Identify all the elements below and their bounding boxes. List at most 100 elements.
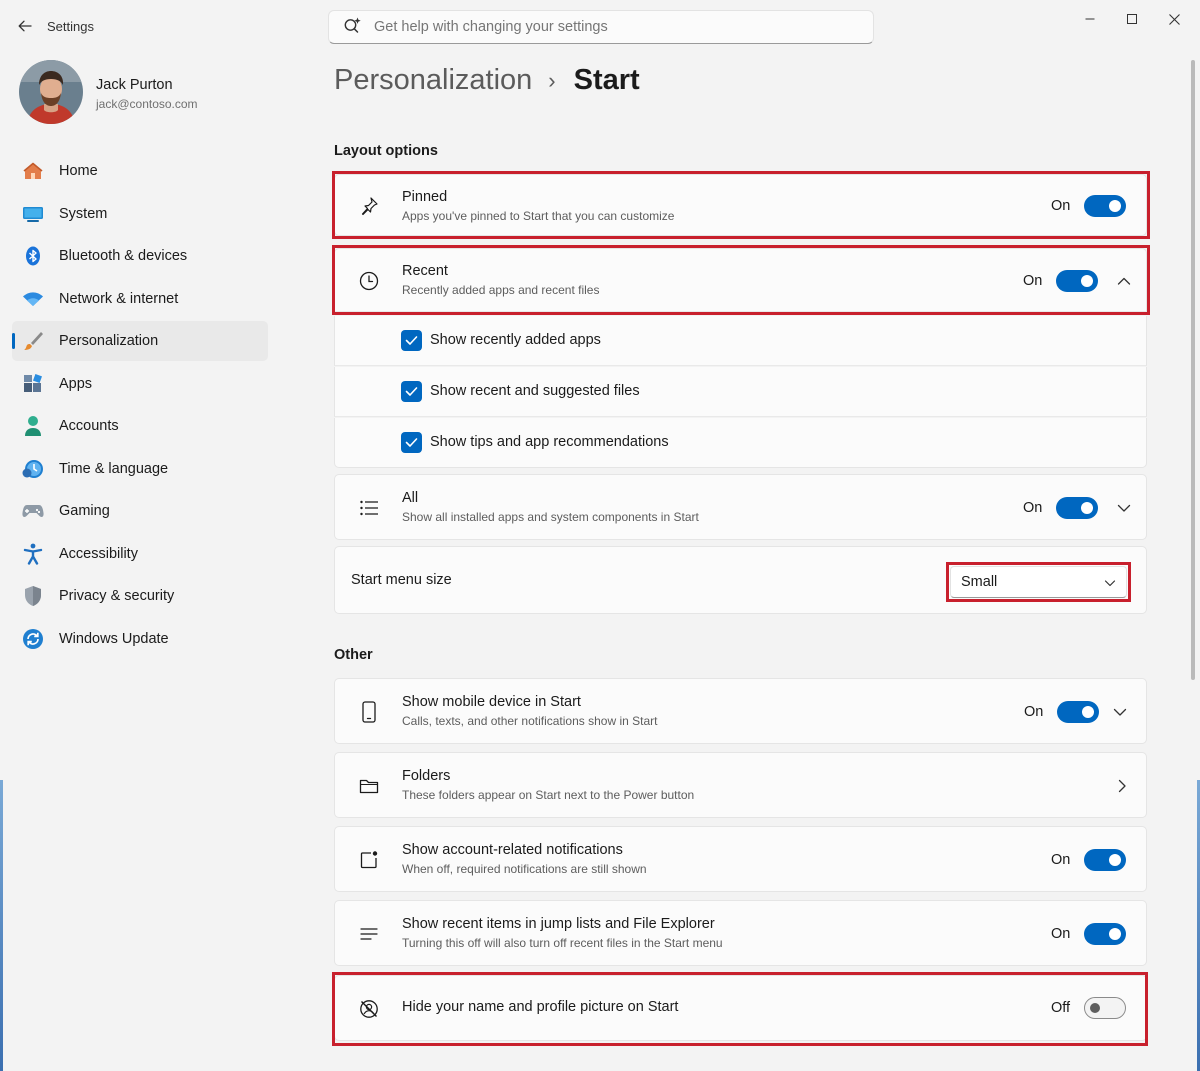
recent-setting: Recent Recently added apps and recent fi… bbox=[334, 248, 1147, 312]
checkbox-checked-icon[interactable] bbox=[401, 432, 422, 453]
recent-toggle[interactable] bbox=[1056, 270, 1098, 292]
pinned-toggle[interactable] bbox=[1084, 195, 1126, 217]
sidebar-item-label: Time & language bbox=[59, 460, 169, 477]
sparkle-search-icon bbox=[343, 16, 363, 39]
section-heading-layout: Layout options bbox=[334, 143, 438, 159]
jump-lists-toggle[interactable] bbox=[1084, 923, 1126, 945]
sidebar-item-label: Personalization bbox=[59, 333, 159, 349]
all-apps-setting: All Show all installed apps and system c… bbox=[334, 474, 1147, 540]
mobile-device-toggle[interactable] bbox=[1057, 701, 1099, 723]
list-icon bbox=[357, 496, 381, 520]
checkbox-label: Show recent and suggested files bbox=[430, 383, 640, 399]
gamepad-icon bbox=[22, 500, 44, 522]
section-heading-other: Other bbox=[334, 647, 373, 663]
checkbox-label: Show tips and app recommendations bbox=[430, 434, 669, 450]
toggle-state-label: On bbox=[1024, 704, 1044, 720]
back-arrow-icon[interactable] bbox=[14, 15, 36, 37]
sidebar-item-label: Privacy & security bbox=[59, 588, 175, 604]
recent-option-row[interactable]: Show tips and app recommendations bbox=[334, 418, 1147, 468]
checkbox-label: Show recently added apps bbox=[430, 332, 601, 348]
setting-subtitle: Recently added apps and recent files bbox=[402, 283, 600, 297]
setting-title: Pinned bbox=[402, 189, 448, 205]
apps-icon bbox=[22, 373, 44, 395]
mobile-device-setting: Show mobile device in Start Calls, texts… bbox=[334, 678, 1147, 744]
user-email: jack@contoso.com bbox=[96, 97, 198, 111]
setting-subtitle: Apps you've pinned to Start that you can… bbox=[402, 209, 675, 223]
sidebar-item-label: System bbox=[59, 205, 108, 222]
folders-setting[interactable]: Folders These folders appear on Start ne… bbox=[334, 752, 1147, 818]
recent-items-icon bbox=[357, 922, 381, 946]
start-menu-size-dropdown[interactable]: Small bbox=[950, 566, 1127, 598]
setting-subtitle: Turning this off will also turn off rece… bbox=[402, 936, 723, 950]
sidebar-item-network[interactable]: Network & internet bbox=[12, 279, 268, 319]
sidebar-item-bluetooth[interactable]: Bluetooth & devices bbox=[12, 236, 268, 276]
chevron-down-icon[interactable] bbox=[1116, 500, 1132, 516]
page-title: Start bbox=[573, 64, 640, 96]
setting-subtitle: When off, required notifications are sti… bbox=[402, 862, 647, 876]
hidden-profile-icon bbox=[357, 997, 381, 1021]
sidebar-item-label: Accounts bbox=[59, 418, 119, 434]
setting-subtitle: Calls, texts, and other notifications sh… bbox=[402, 714, 658, 728]
title-bar: Settings bbox=[0, 0, 1200, 52]
sidebar-item-label: Network & internet bbox=[59, 290, 179, 307]
account-notifications-toggle[interactable] bbox=[1084, 849, 1126, 871]
settings-window: Settings Get help with changing your set… bbox=[0, 0, 1200, 1071]
setting-title: Recent bbox=[402, 263, 448, 279]
hide-profile-setting: Hide your name and profile picture on St… bbox=[334, 975, 1147, 1041]
toggle-state-label: On bbox=[1051, 926, 1071, 942]
sidebar-item-accessibility[interactable]: Accessibility bbox=[12, 534, 268, 574]
account-notifications-setting: Show account-related notifications When … bbox=[334, 826, 1147, 892]
sidebar-item-windows-update[interactable]: Windows Update bbox=[12, 619, 268, 659]
clock-icon bbox=[357, 269, 381, 293]
breadcrumb: Personalization › Start bbox=[334, 64, 640, 97]
toggle-state-label: On bbox=[1051, 198, 1071, 214]
all-apps-toggle[interactable] bbox=[1056, 497, 1098, 519]
checkbox-checked-icon[interactable] bbox=[401, 330, 422, 351]
bluetooth-icon bbox=[22, 245, 44, 267]
hide-profile-toggle[interactable] bbox=[1084, 997, 1126, 1019]
pinned-setting: Pinned Apps you've pinned to Start that … bbox=[334, 174, 1147, 236]
setting-title: All bbox=[402, 490, 419, 506]
scrollbar[interactable] bbox=[1191, 60, 1195, 680]
minimize-icon[interactable] bbox=[1076, 8, 1104, 30]
sidebar-item-privacy[interactable]: Privacy & security bbox=[12, 576, 268, 616]
user-profile[interactable]: Jack Purton jack@contoso.com bbox=[19, 60, 279, 126]
toggle-state-label: On bbox=[1051, 852, 1071, 868]
toggle-state-label: On bbox=[1023, 273, 1043, 289]
chevron-down-icon bbox=[1104, 575, 1116, 593]
notification-icon bbox=[357, 848, 381, 872]
folder-icon bbox=[357, 774, 381, 798]
close-icon[interactable] bbox=[1160, 8, 1188, 30]
sidebar-item-home[interactable]: Home bbox=[12, 151, 268, 191]
sidebar-item-label: Apps bbox=[59, 375, 93, 392]
breadcrumb-parent[interactable]: Personalization bbox=[334, 64, 532, 97]
system-icon bbox=[22, 203, 44, 225]
chevron-right-icon bbox=[1114, 778, 1130, 794]
setting-title: Folders bbox=[402, 768, 451, 784]
recent-option-row[interactable]: Show recent and suggested files bbox=[334, 367, 1147, 417]
setting-title: Show account-related notifications bbox=[402, 842, 623, 858]
search-input[interactable] bbox=[374, 19, 834, 35]
maximize-icon[interactable] bbox=[1118, 8, 1146, 30]
accounts-icon bbox=[22, 415, 44, 437]
sidebar-item-apps[interactable]: Apps bbox=[12, 364, 268, 404]
sidebar-item-personalization[interactable]: Personalization bbox=[12, 321, 268, 361]
breadcrumb-separator: › bbox=[548, 67, 556, 93]
checkbox-checked-icon[interactable] bbox=[401, 381, 422, 402]
dropdown-value: Small bbox=[961, 574, 998, 590]
avatar bbox=[19, 60, 83, 124]
sidebar-item-accounts[interactable]: Accounts bbox=[12, 406, 268, 446]
update-icon bbox=[22, 628, 44, 650]
brush-icon bbox=[22, 330, 44, 352]
sidebar-item-label: Gaming bbox=[59, 503, 110, 519]
sidebar-item-time-language[interactable]: Time & language bbox=[12, 449, 268, 489]
search-box[interactable] bbox=[328, 10, 874, 44]
recent-option-row[interactable]: Show recently added apps bbox=[334, 316, 1147, 366]
chevron-down-icon[interactable] bbox=[1112, 704, 1128, 720]
sidebar-item-gaming[interactable]: Gaming bbox=[12, 491, 268, 531]
setting-subtitle: Show all installed apps and system compo… bbox=[402, 510, 699, 524]
setting-subtitle: These folders appear on Start next to th… bbox=[402, 788, 695, 802]
chevron-up-icon[interactable] bbox=[1116, 273, 1132, 289]
pin-icon bbox=[357, 194, 381, 218]
sidebar-item-system[interactable]: System bbox=[12, 194, 268, 234]
